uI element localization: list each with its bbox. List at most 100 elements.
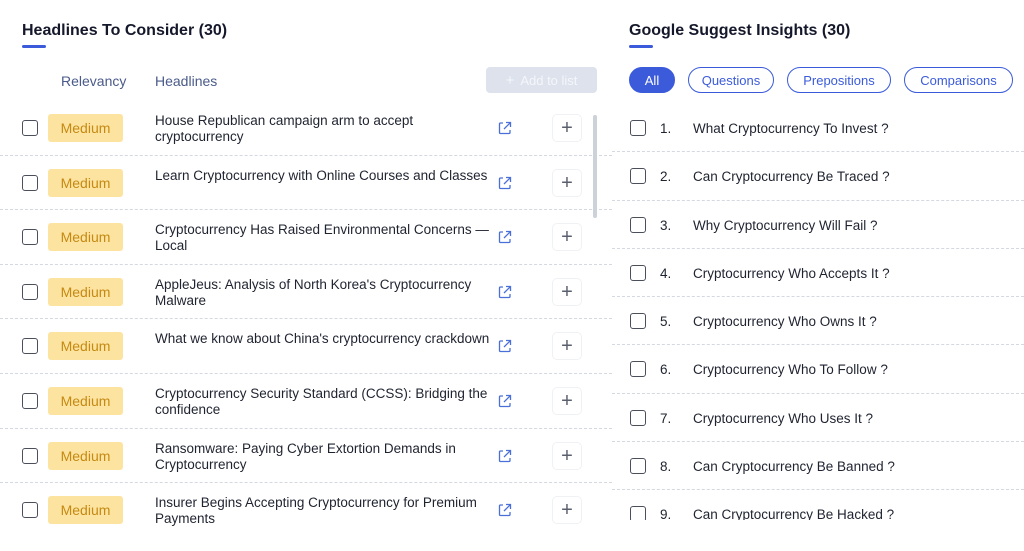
suggestion-number: 2. bbox=[660, 169, 672, 185]
list-item: 9. Can Cryptocurrency Be Hacked ? bbox=[612, 490, 1024, 521]
list-item: 4. Cryptocurrency Who Accepts It ? bbox=[612, 249, 1024, 298]
suggest-title: Google Suggest Insights (30) bbox=[629, 22, 851, 39]
add-headline-button[interactable]: + bbox=[553, 115, 581, 141]
suggestion-number: 6. bbox=[660, 362, 672, 378]
external-link-icon[interactable] bbox=[497, 229, 513, 245]
add-headline-button[interactable]: + bbox=[553, 169, 581, 196]
headlines-panel: Headlines To Consider (30) Relevancy Hea… bbox=[0, 0, 612, 551]
plus-icon: + bbox=[561, 444, 573, 467]
scrollbar[interactable] bbox=[593, 115, 597, 218]
suggestion-checkbox[interactable] bbox=[630, 264, 646, 281]
headlines-title: Headlines To Consider (30) bbox=[22, 22, 228, 39]
plus-icon: + bbox=[561, 117, 573, 139]
relevancy-badge: Medium bbox=[48, 277, 123, 306]
suggestion-text[interactable]: Cryptocurrency Who Uses It ? bbox=[693, 411, 873, 426]
suggestion-text[interactable]: Why Cryptocurrency Will Fail ? bbox=[693, 218, 878, 233]
relevancy-badge: Medium bbox=[48, 386, 123, 415]
suggestion-text[interactable]: Can Cryptocurrency Be Banned ? bbox=[693, 459, 895, 474]
table-row: Medium Cryptocurrency Security Standard (… bbox=[0, 374, 612, 429]
headline-text: Ransomware: Paying Cyber Extortion Deman… bbox=[155, 440, 456, 472]
suggestion-text[interactable]: Cryptocurrency Who Owns It ? bbox=[693, 314, 877, 329]
row-checkbox[interactable] bbox=[22, 447, 38, 464]
suggestion-number: 1. bbox=[660, 121, 672, 136]
external-link-icon[interactable] bbox=[497, 502, 513, 518]
external-link-icon[interactable] bbox=[497, 175, 513, 191]
relevancy-badge: Medium bbox=[48, 441, 123, 470]
external-link-icon[interactable] bbox=[497, 393, 513, 409]
external-link-icon[interactable] bbox=[497, 284, 513, 300]
title-underline bbox=[22, 45, 46, 48]
column-header-headlines[interactable]: Headlines bbox=[155, 73, 217, 89]
suggestion-text[interactable]: Cryptocurrency Who To Follow ? bbox=[693, 362, 888, 377]
headline-text: Insurer Begins Accepting Cryptocurrency … bbox=[155, 495, 477, 527]
row-checkbox[interactable] bbox=[22, 502, 38, 519]
plus-icon: + bbox=[561, 171, 573, 194]
row-checkbox[interactable] bbox=[22, 229, 38, 246]
filter-chip-questions[interactable]: Questions bbox=[688, 67, 774, 93]
suggestion-checkbox[interactable] bbox=[630, 120, 646, 136]
table-row: Medium Insurer Begins Accepting Cryptocur… bbox=[0, 483, 612, 538]
suggestion-checkbox[interactable] bbox=[630, 458, 646, 475]
relevancy-badge: Medium bbox=[48, 114, 123, 142]
suggestion-number: 5. bbox=[660, 314, 672, 330]
relevancy-badge: Medium bbox=[48, 332, 123, 361]
list-item: 8. Can Cryptocurrency Be Banned ? bbox=[612, 442, 1024, 491]
table-row: Medium House Republican campaign arm to a… bbox=[0, 101, 612, 156]
add-headline-button[interactable]: + bbox=[553, 278, 581, 305]
suggestion-number: 8. bbox=[660, 459, 672, 475]
list-item: 3. Why Cryptocurrency Will Fail ? bbox=[612, 201, 1024, 249]
filter-chip-comparisons[interactable]: Comparisons bbox=[904, 67, 1013, 93]
suggestion-checkbox[interactable] bbox=[630, 313, 646, 330]
add-headline-button[interactable]: + bbox=[553, 387, 581, 414]
list-item: 5. Cryptocurrency Who Owns It ? bbox=[612, 297, 1024, 346]
relevancy-badge: Medium bbox=[48, 496, 123, 525]
headline-text: AppleJeus: Analysis of North Korea's Cry… bbox=[155, 276, 472, 308]
list-item: 7. Cryptocurrency Who Uses It ? bbox=[612, 394, 1024, 443]
row-checkbox[interactable] bbox=[22, 174, 38, 191]
title-underline bbox=[629, 45, 653, 48]
external-link-icon[interactable] bbox=[497, 338, 513, 354]
plus-icon: + bbox=[561, 499, 573, 522]
suggestion-checkbox[interactable] bbox=[630, 216, 646, 233]
headline-text: Cryptocurrency Security Standard (CCSS):… bbox=[155, 385, 488, 417]
suggestion-checkbox[interactable] bbox=[630, 361, 646, 378]
plus-icon: + bbox=[561, 389, 573, 412]
filter-chip-prepositions[interactable]: Prepositions bbox=[787, 67, 891, 93]
suggestion-checkbox[interactable] bbox=[630, 506, 646, 521]
external-link-icon[interactable] bbox=[497, 120, 513, 136]
plus-icon: + bbox=[561, 280, 573, 303]
add-headline-button[interactable]: + bbox=[553, 497, 581, 524]
column-header-relevancy[interactable]: Relevancy bbox=[61, 73, 126, 89]
row-checkbox[interactable] bbox=[22, 338, 38, 355]
suggestion-text[interactable]: Cryptocurrency Who Accepts It ? bbox=[693, 266, 890, 281]
list-item: 6. Cryptocurrency Who To Follow ? bbox=[612, 345, 1024, 394]
list-item: 1. What Cryptocurrency To Invest ? bbox=[612, 104, 1024, 153]
plus-icon: + bbox=[561, 226, 573, 249]
table-row: Medium Ransomware: Paying Cyber Extortion… bbox=[0, 429, 612, 484]
suggestion-text[interactable]: What Cryptocurrency To Invest ? bbox=[693, 121, 889, 136]
add-headline-button[interactable]: + bbox=[553, 442, 581, 469]
relevancy-badge: Medium bbox=[48, 223, 123, 252]
headline-list: Medium House Republican campaign arm to a… bbox=[0, 101, 612, 538]
row-checkbox[interactable] bbox=[22, 283, 38, 300]
add-to-list-button[interactable]: + Add to list bbox=[486, 67, 597, 93]
headline-text: House Republican campaign arm to accept … bbox=[155, 113, 414, 144]
row-checkbox[interactable] bbox=[22, 120, 38, 136]
external-link-icon[interactable] bbox=[497, 448, 513, 464]
row-checkbox[interactable] bbox=[22, 392, 38, 409]
suggest-panel: Google Suggest Insights (30) All Question… bbox=[612, 0, 1024, 551]
suggestion-text[interactable]: Can Cryptocurrency Be Traced ? bbox=[693, 169, 890, 184]
suggestion-checkbox[interactable] bbox=[630, 168, 646, 185]
suggestion-number: 7. bbox=[660, 410, 672, 426]
add-headline-button[interactable]: + bbox=[553, 333, 581, 360]
relevancy-badge: Medium bbox=[48, 168, 123, 197]
suggest-list: 1. What Cryptocurrency To Invest ? 2. Can C… bbox=[612, 104, 1024, 521]
suggestion-number: 3. bbox=[660, 217, 672, 233]
list-item: 2. Can Cryptocurrency Be Traced ? bbox=[612, 152, 1024, 201]
headline-text: Learn Cryptocurrency with Online Courses… bbox=[155, 167, 488, 183]
suggestion-text[interactable]: Can Cryptocurrency Be Hacked ? bbox=[693, 507, 894, 520]
suggestion-checkbox[interactable] bbox=[630, 409, 646, 426]
filter-chip-all[interactable]: All bbox=[629, 67, 675, 93]
table-row: Medium Learn Cryptocurrency with Online C… bbox=[0, 156, 612, 211]
add-headline-button[interactable]: + bbox=[553, 224, 581, 251]
